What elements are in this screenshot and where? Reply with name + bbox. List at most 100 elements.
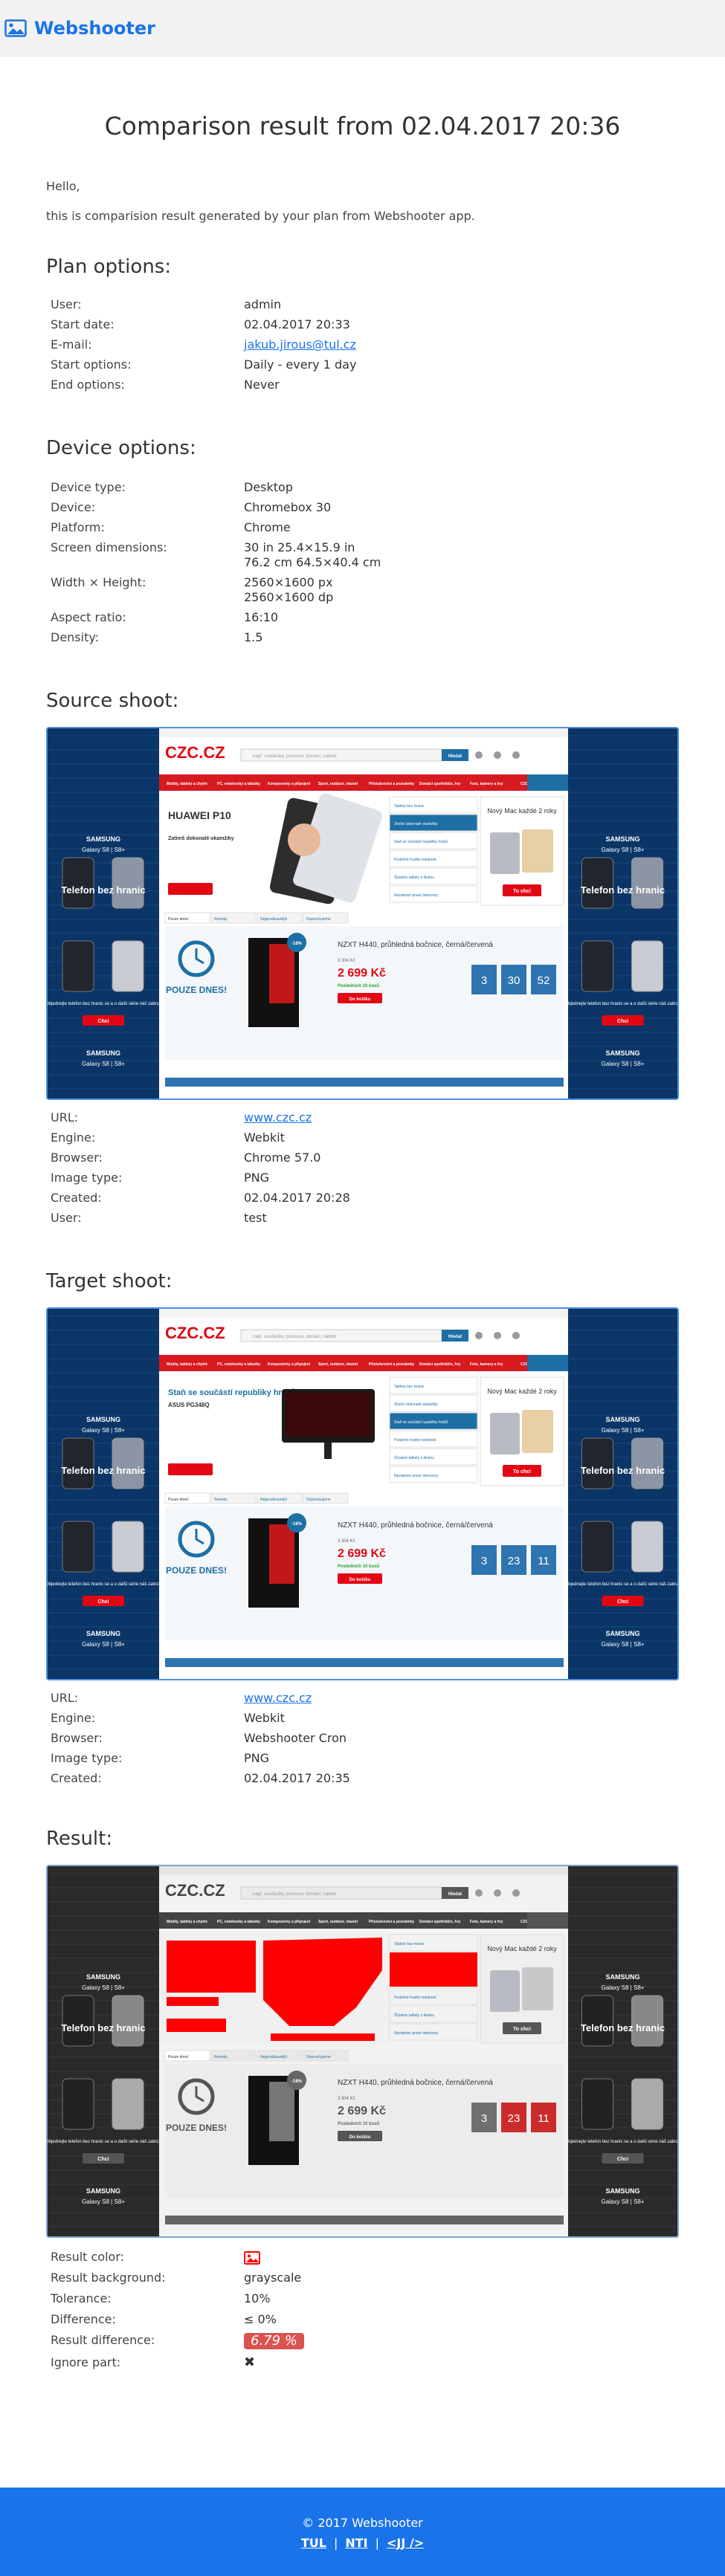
countdown-value: 3 [481, 2112, 487, 2125]
czc-menu-item[interactable]: Domácí spotřebiče, hry [419, 1362, 461, 1367]
czc-logo: CZC.CZ [165, 743, 225, 762]
czc-daily-deal[interactable]: POUZE DNES! -18% NZXT H440, průhledná bočn… [165, 926, 564, 1060]
czc-menu-item[interactable]: Foto, kamery a hry [470, 1362, 503, 1367]
platform-label: Platform: [51, 520, 105, 534]
cart-icon[interactable] [512, 751, 520, 759]
czc-search-button-label: Hledat [448, 1335, 462, 1339]
tolerance-label: Tolerance: [51, 2291, 112, 2305]
side-ad-model: Galaxy S8 | S8+ [602, 847, 645, 853]
czc-menu-item[interactable]: Mobily, tablety a chytré [167, 1362, 207, 1367]
side-ad-text: Objednejte telefon bez hranic se a o dal… [48, 2140, 161, 2144]
plan-options-heading: Plan options: [46, 256, 172, 278]
plan-user-value: admin [244, 297, 282, 311]
czc-hero-banner[interactable]: Staň se součástí republiky hráčů ASUS PG3… [159, 1376, 390, 1487]
czc-menu-item[interactable]: Sport, outdoor, vlastní [318, 1920, 358, 1924]
czc-app-menu[interactable] [527, 1355, 568, 1371]
czc-hero-banner[interactable] [159, 1933, 390, 2045]
side-ad-brand: SAMSUNG [605, 1416, 639, 1423]
side-ad-text: Objednejte telefon bez hranic se a o dal… [564, 1582, 677, 1587]
plan-end-options-label: End options: [51, 378, 125, 392]
heart-icon[interactable] [494, 751, 501, 759]
brand-link[interactable]: Webshooter [4, 18, 155, 39]
macbook-image [490, 1413, 520, 1454]
czc-menu-item[interactable]: Příslušenství a poznámky [369, 1920, 414, 1924]
source-url-link[interactable]: www.czc.cz [244, 1110, 312, 1124]
side-ad-brand: SAMSUNG [86, 1049, 120, 1057]
product-name: NZXT H440, průhledná bočnice, černá/červ… [338, 1521, 493, 1530]
czc-menu-item[interactable]: Sport, outdoor, vlastní [318, 1362, 358, 1367]
side-ad-model: Galaxy S8 | S8+ [602, 1984, 645, 1991]
plan-email-link[interactable]: jakub.jirous@tul.cz [244, 337, 356, 352]
cart-icon[interactable] [512, 1332, 520, 1339]
target-url-link[interactable]: www.czc.cz [244, 1691, 312, 1705]
device-label: Device: [51, 500, 96, 514]
czc-menu-item[interactable]: Domácí spotřebiče, hry [419, 782, 461, 786]
czc-menu-item[interactable]: Komponenty a připojení [268, 782, 311, 786]
side-ad-text: Objednejte telefon bez hranic se a o dal… [564, 2140, 677, 2144]
difference-value: ≤ 0% [244, 2312, 277, 2326]
heart-icon[interactable] [494, 1889, 501, 1897]
source-screenshot[interactable]: SAMSUNG Galaxy S8 | S8+ Telefon bez hranic… [46, 727, 679, 1100]
czc-app-menu[interactable] [527, 774, 568, 791]
phone-image [581, 940, 613, 992]
czc-app-menu[interactable] [527, 1912, 568, 1929]
czc-daily-deal[interactable]: POUZE DNES! -18% NZXT H440, průhledná bočn… [165, 2064, 564, 2198]
czc-menu-item[interactable]: PC, notebooky a tabulky [217, 1362, 260, 1367]
monitor-screen [286, 1393, 371, 1437]
czc-menu-item[interactable]: Komponenty a připojení [268, 1362, 311, 1367]
czc-menu-item[interactable]: Komponenty a připojení [268, 1920, 311, 1924]
czc-menu-item[interactable]: Foto, kamery a hry [470, 782, 503, 786]
czc-menu-item[interactable]: Mobily, tablety a chytré [167, 782, 207, 786]
phone-image [581, 1437, 613, 1489]
czc-menu-item[interactable]: PC, notebooky a tabulky [217, 1920, 260, 1924]
product-stock: Posledních 10 kusů [338, 983, 379, 988]
pc-case-window [269, 1524, 294, 1584]
macbook-image [522, 1410, 553, 1453]
side-ad-model: Galaxy S8 | S8+ [82, 2198, 125, 2205]
czc-menu-item[interactable]: Sport, outdoor, vlastní [318, 782, 358, 786]
hero-title: HUAWEI P10 [168, 809, 231, 821]
mac-ad[interactable]: Nový Mac každé 2 roky To chci [480, 796, 564, 906]
czc-menu-item[interactable]: Příslušenství a poznámky [369, 782, 414, 786]
czc-menu-item[interactable]: Domácí spotřebiče, hry [419, 1920, 461, 1924]
phone-image [112, 2078, 144, 2130]
czc-page: CZC.CZ např. soušástky, procesor, domácí,… [159, 1866, 568, 2236]
czc-menu-item[interactable]: Příslušenství a poznámky [369, 1362, 414, 1367]
pc-case-window [269, 2082, 294, 2141]
target-screenshot[interactable]: SAMSUNG Galaxy S8 | S8+ Telefon bez hranic… [46, 1307, 679, 1680]
user-icon[interactable] [475, 751, 483, 759]
sidebar-item-label: Podzimní hudbí notebook [394, 1438, 436, 1443]
mac-ad[interactable]: Nový Mac každé 2 roky To chci [480, 1934, 564, 2044]
czc-daily-deal[interactable]: POUZE DNES! -18% NZXT H440, průhledná bočn… [165, 1507, 564, 1640]
czc-logo: CZC.CZ [165, 1881, 225, 1900]
sidebar-item-label: Staň se součástí republiky hráčů [394, 839, 448, 844]
product-tab-label: Novinky [214, 1498, 228, 1502]
result-screenshot[interactable]: SAMSUNG Galaxy S8 | S8+ Telefon bez hranic… [46, 1865, 679, 2238]
plan-user-label: User: [51, 297, 82, 311]
footer-link-jj[interactable]: <JJ /> [387, 2536, 424, 2550]
buy-button-label: Do košíku [349, 2135, 371, 2140]
side-ad-model: Galaxy S8 | S8+ [82, 1061, 125, 1067]
side-ad-button-label: Chci [97, 1019, 109, 1024]
footer-link-tul[interactable]: TUL [301, 2536, 326, 2550]
czc-hero-banner[interactable]: HUAWEI P10 Zatímš dokonalé okamžiky [159, 792, 390, 907]
czc-menu-item[interactable]: Mobily, tablety a chytré [167, 1920, 207, 1924]
target-browser-value: Webshooter Cron [244, 1731, 347, 1745]
czc-menu-item[interactable]: PC, notebooky a tabulky [217, 782, 260, 786]
user-icon[interactable] [475, 1332, 483, 1339]
footer-link-nti[interactable]: NTI [345, 2536, 367, 2550]
cart-icon[interactable] [512, 1889, 520, 1897]
target-created-label: Created: [51, 1771, 102, 1785]
mac-ad[interactable]: Nový Mac každé 2 roky To chci [480, 1376, 564, 1486]
hero-cta-button[interactable] [168, 1463, 213, 1475]
macbook-image [522, 1967, 553, 2010]
hero-cta-button[interactable] [168, 883, 213, 895]
czc-menu-item[interactable]: Foto, kamery a hry [470, 1920, 503, 1924]
source-user-label: User: [51, 1211, 82, 1225]
user-icon[interactable] [475, 1889, 483, 1897]
heart-icon[interactable] [494, 1332, 501, 1339]
countdown-value: 11 [538, 1555, 550, 1567]
intro-text: this is comparision result generated by … [46, 209, 475, 223]
sidebar-item-label: Ščastné tablety s školou [394, 2013, 434, 2018]
product-tab-label: Pouze dnes! [168, 917, 189, 922]
